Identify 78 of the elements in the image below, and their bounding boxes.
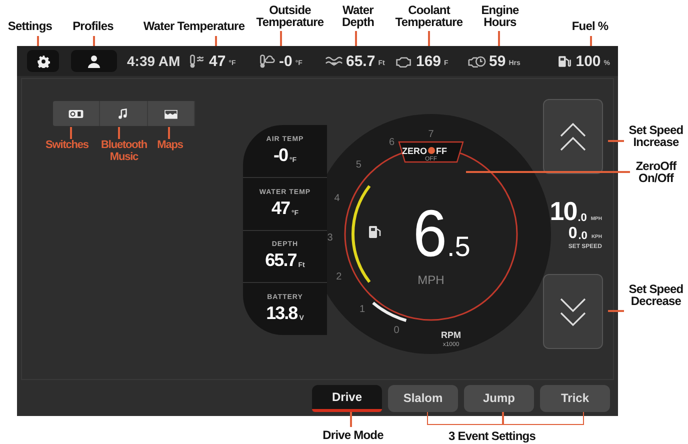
set-speed-kph: 0 — [568, 226, 578, 242]
callout-label: Switches — [44, 139, 90, 151]
profile-button[interactable] — [71, 50, 117, 72]
callout-label: Water Temperature — [142, 20, 246, 32]
leader-line — [428, 31, 430, 46]
leader-line — [608, 310, 624, 312]
speed-decimal: .5 — [447, 231, 470, 262]
zero-off-logo: FF — [436, 146, 447, 156]
reading-value: 59 — [489, 52, 506, 70]
callout-label: Engine Hours — [480, 4, 520, 28]
reading-value: -0 — [279, 52, 292, 70]
rpm-scale-number: 4 — [334, 193, 340, 204]
rpm-scale-number: 0 — [394, 324, 400, 336]
speed-increase-button[interactable] — [543, 99, 603, 174]
mode-tab[interactable]: Drive — [312, 384, 382, 412]
leader-line — [37, 36, 38, 46]
callout-label: Water Depth — [341, 4, 375, 28]
rpm-scale-number: 7 — [428, 129, 434, 140]
leader-line — [93, 36, 94, 46]
reading-value: 100 — [576, 52, 601, 70]
speed-unit: MPH — [418, 273, 444, 287]
callout-label: Outside Temperature — [255, 4, 325, 28]
leader-line — [350, 412, 352, 427]
rpm-scale-number: 3 — [327, 232, 333, 244]
leader-line — [590, 36, 592, 46]
leader-line — [168, 127, 170, 139]
zero-off-dot-icon — [428, 147, 435, 154]
rpm-scale-number: 6 — [389, 136, 395, 148]
leader-line — [118, 127, 120, 139]
info-value: -0 — [273, 144, 288, 166]
callout-label: Fuel % — [570, 20, 610, 32]
leader-line — [498, 31, 500, 46]
callout-label: Set Speed Decrease — [628, 283, 684, 307]
rpm-scale-number: 2 — [336, 272, 342, 282]
engine-clock-icon — [468, 54, 486, 68]
set-speed-decimal: .0 — [578, 212, 587, 224]
mode-tab[interactable]: Jump — [464, 384, 534, 412]
callout-label: Profiles — [72, 20, 114, 32]
callout-label: Maps — [156, 139, 184, 151]
fuel-pump-icon — [369, 226, 381, 238]
rpm-scale-number: 5 — [356, 160, 362, 170]
leader-line — [215, 36, 216, 46]
leader-line — [502, 412, 504, 425]
rpm-scale-number: 1 — [360, 304, 366, 315]
info-value: 47 — [271, 198, 290, 219]
settings-button[interactable] — [27, 50, 59, 72]
mode-tab[interactable]: Trick — [540, 384, 610, 412]
clock-time: 4:39 AM — [127, 53, 180, 69]
thermometer-icon — [188, 54, 206, 68]
reading-value: 47 — [209, 52, 226, 70]
info-value: 65.7 — [265, 250, 296, 272]
callout-label: ZeroOff On/Off — [634, 160, 678, 184]
rpm-arc — [372, 302, 407, 322]
map-icon — [162, 108, 179, 120]
leader-line — [70, 127, 72, 139]
thermometer-icon — [258, 54, 276, 68]
speed-value: 6 — [413, 196, 450, 270]
person-icon — [88, 54, 100, 68]
toggle-switch-icon — [68, 108, 84, 120]
mode-tab[interactable]: Slalom — [388, 384, 458, 412]
set-speed-mph: 10 — [550, 198, 577, 224]
leader-line — [608, 140, 624, 142]
callout-label: 3 Event Settings — [448, 430, 536, 442]
leader-line — [355, 31, 356, 46]
reading-value: 169 — [416, 52, 442, 70]
set-speed-decimal: .0 — [578, 230, 588, 242]
speed-decrease-button[interactable] — [543, 274, 603, 349]
leader-line — [280, 31, 282, 46]
callout-label: Settings — [6, 20, 54, 32]
zero-off-logo: ZERO — [402, 146, 427, 156]
info-value: 13.8 — [266, 303, 298, 324]
callout-label: Coolant Temperature — [394, 4, 464, 28]
callout-label: Set Speed Increase — [628, 124, 684, 148]
reading-value: 65.7 — [346, 52, 376, 70]
callout-label: Bluetooth Music — [100, 139, 148, 163]
callout-label: Drive Mode — [322, 429, 384, 441]
rpm-label: RPM — [441, 330, 461, 340]
settings-icon — [36, 54, 50, 68]
